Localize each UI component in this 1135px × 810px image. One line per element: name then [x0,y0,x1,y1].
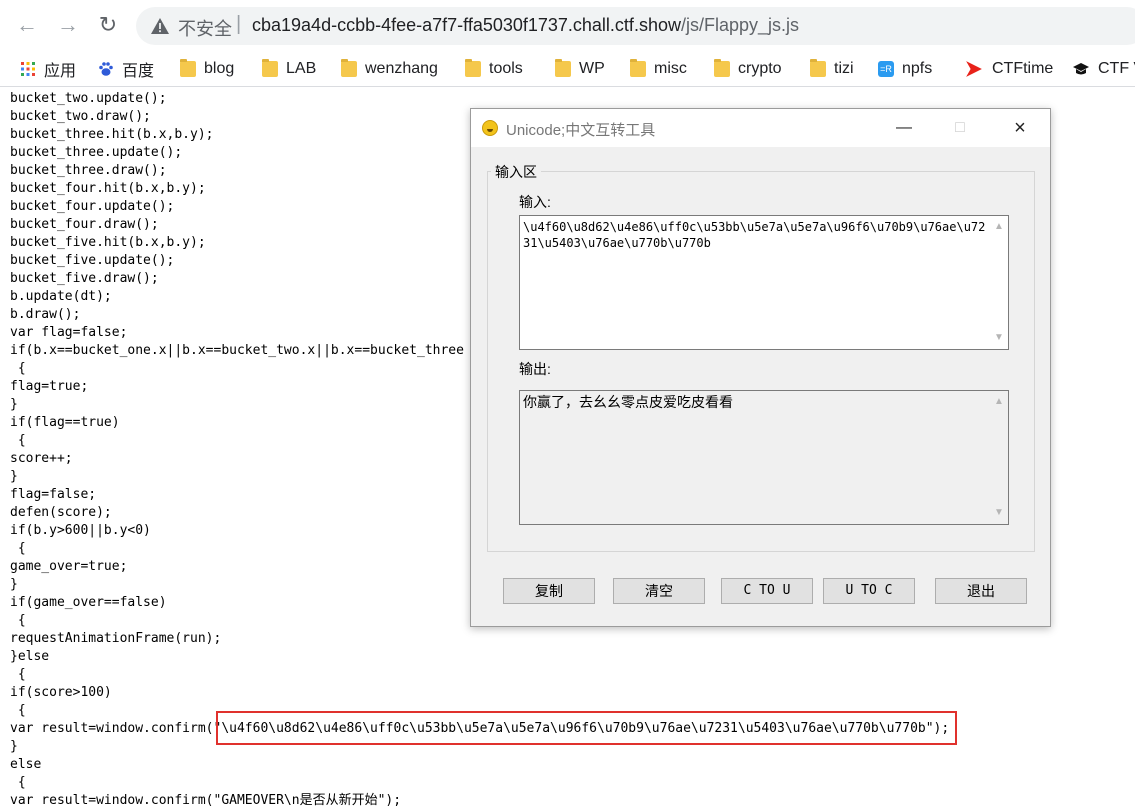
forward-icon[interactable]: → [55,12,81,38]
maximize-icon: □ [955,119,965,136]
highlight-box [216,711,957,745]
apps-grid-icon [21,62,35,76]
bookmark-tizi[interactable]: tizi [810,58,854,80]
code-line: else [10,757,42,772]
scroll-up-icon[interactable]: ▲ [994,222,1004,232]
scroll-down-icon[interactable]: ▼ [994,333,1004,343]
folder-icon [341,59,357,77]
reload-icon[interactable]: ↻ [95,12,121,38]
bookmark-apps[interactable]: 应用 [20,58,76,80]
input-scrollbar[interactable]: ▲ ▼ [990,216,1008,349]
output-value: 你赢了，去幺幺零点皮爱吃皮看看 [523,395,733,411]
clear-button[interactable]: 清空 [613,578,705,604]
folder-icon [180,59,196,77]
bookmark-crypto[interactable]: crypto [714,58,782,80]
input-textarea[interactable]: \u4f60\u8d62\u4e86\uff0c\u53bb\u5e7a\u5e… [519,215,1009,350]
bookmark-label: wenzhang [365,60,438,77]
bookmark-misc[interactable]: misc [630,58,687,80]
browser-toolbar: ← → ↻ 不安全 | cba19a4d-ccbb-4fee-a7f7-ffa5… [0,0,1135,52]
code-line: bucket_two.update(); [10,91,167,106]
bookmark-label: tools [489,60,523,77]
dialog-title: Unicode;中文互转工具 [506,122,656,139]
baidu-paw-icon [99,62,113,76]
code-line: var result=window.confirm("GAMEOVER\n是否从… [10,793,402,808]
u-to-c-button[interactable]: U TO C [823,578,915,604]
output-textarea[interactable]: 你赢了，去幺幺零点皮爱吃皮看看 ▲ ▼ [519,390,1009,525]
close-icon[interactable]: × [1005,116,1035,140]
bookmark-blog[interactable]: blog [180,58,234,80]
bookmark-label: CTF V [1098,60,1135,77]
dialog-titlebar[interactable]: Unicode;中文互转工具 — □ × [471,109,1050,147]
folder-icon [714,59,730,77]
bookmark-wenzhang[interactable]: wenzhang [341,58,438,80]
folder-icon [465,59,481,77]
bookmark-lab[interactable]: LAB [262,58,316,80]
bookmark-label: npfs [902,60,933,77]
url-separator: | [236,13,242,35]
app-emoji-icon [482,120,498,136]
exit-button[interactable]: 退出 [935,578,1027,604]
group-title: 输入区 [491,162,541,182]
scroll-up-icon[interactable]: ▲ [994,397,1004,407]
c-to-u-button[interactable]: C TO U [721,578,813,604]
url-path: /js/Flappy_js.js [680,15,800,35]
bookmark-label: 百度 [122,63,155,80]
scroll-down-icon[interactable]: ▼ [994,508,1004,518]
address-bar[interactable]: 不安全 | cba19a4d-ccbb-4fee-a7f7-ffa5030f17… [136,7,1135,45]
code-line: { [10,667,26,682]
code-line: if(score>100) [10,685,112,700]
bookmark-baidu[interactable]: 百度 [98,58,154,80]
bookmark-tools[interactable]: tools [465,58,523,80]
code-line: }else [10,649,50,664]
bookmark-label: LAB [286,60,317,77]
insecure-label[interactable]: 不安全 [178,15,232,41]
folder-icon [810,59,826,77]
npfs-icon: =R [878,61,894,77]
output-label: 输出: [519,361,551,377]
code-line: { [10,775,26,790]
bookmark-label: tizi [834,60,854,77]
folder-icon [630,59,646,77]
url-host: cba19a4d-ccbb-4fee-a7f7-ffa5030f1737.cha… [252,15,681,35]
bookmark-label: 应用 [44,63,77,80]
bookmark-label: blog [204,60,235,77]
bookmark-npfs[interactable]: =R npfs [878,58,932,80]
bookmark-label: CTFtime [992,60,1054,77]
bookmarks-bar: 应用 百度 blog LAB wenzhang tools WP misc cr… [0,52,1135,87]
bookmark-ctftime[interactable]: CTFtime [964,58,1053,80]
back-icon[interactable]: ← [14,12,40,38]
folder-icon [262,59,278,77]
minimize-icon[interactable]: — [889,116,919,140]
bookmark-label: crypto [738,60,782,77]
ctftime-icon [966,61,982,77]
graduation-cap-icon [1073,63,1089,75]
bookmark-label: misc [654,60,687,77]
bookmark-label: WP [579,60,605,77]
input-label: 输入: [519,194,551,210]
url-text[interactable]: cba19a4d-ccbb-4fee-a7f7-ffa5030f1737.cha… [252,15,799,36]
folder-icon [555,59,571,77]
bookmark-ctf-v[interactable]: CTF V [1072,58,1135,80]
warning-icon[interactable] [150,16,170,36]
output-scrollbar[interactable]: ▲ ▼ [990,391,1008,524]
unicode-converter-dialog: Unicode;中文互转工具 — □ × 输入区 输入: \u4f60\u8d6… [470,108,1051,627]
copy-button[interactable]: 复制 [503,578,595,604]
code-line: requestAnimationFrame(run); [10,631,222,646]
bookmark-wp[interactable]: WP [555,58,605,80]
input-value: \u4f60\u8d62\u4e86\uff0c\u53bb\u5e7a\u5e… [523,220,986,250]
